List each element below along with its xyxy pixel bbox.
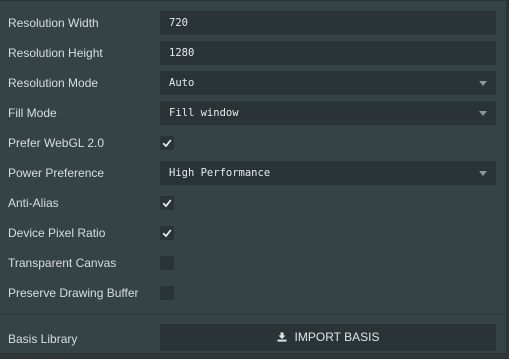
transparent-canvas-label: Transparent Canvas bbox=[8, 256, 117, 270]
power-preference-select[interactable]: High Performance bbox=[160, 161, 496, 185]
fill-mode-label: Fill Mode bbox=[8, 106, 57, 120]
download-icon bbox=[277, 332, 287, 342]
setting-row-transparent-canvas: Transparent Canvas bbox=[0, 251, 506, 275]
fill-mode-select[interactable]: Fill window bbox=[160, 101, 496, 125]
section-divider bbox=[0, 314, 506, 315]
device-pixel-ratio-label: Device Pixel Ratio bbox=[8, 226, 106, 240]
project-settings-panel: Resolution Width 720 Resolution Height 1… bbox=[0, 0, 506, 353]
checkmark-icon bbox=[162, 139, 172, 148]
chevron-down-icon bbox=[479, 171, 487, 176]
setting-row-prefer-webgl2: Prefer WebGL 2.0 bbox=[0, 131, 506, 155]
resolution-width-label: Resolution Width bbox=[8, 16, 99, 30]
basis-library-label: Basis Library bbox=[8, 332, 78, 346]
chevron-down-icon bbox=[479, 81, 487, 86]
import-basis-button-label: IMPORT BASIS bbox=[294, 330, 380, 344]
fill-mode-value: Fill window bbox=[169, 107, 239, 119]
prefer-webgl2-checkbox[interactable] bbox=[160, 136, 174, 150]
setting-row-resolution-height: Resolution Height 1280 bbox=[0, 41, 506, 65]
import-basis-button[interactable]: IMPORT BASIS bbox=[160, 324, 496, 351]
chevron-down-icon bbox=[479, 111, 487, 116]
setting-row-power-preference: Power Preference High Performance bbox=[0, 161, 506, 185]
resolution-mode-value: Auto bbox=[169, 77, 195, 89]
resolution-height-input[interactable]: 1280 bbox=[160, 41, 496, 65]
bottom-edge bbox=[0, 353, 509, 359]
power-preference-label: Power Preference bbox=[8, 166, 105, 180]
resolution-mode-label: Resolution Mode bbox=[8, 76, 99, 90]
setting-row-anti-alias: Anti-Alias bbox=[0, 191, 506, 215]
setting-row-resolution-mode: Resolution Mode Auto bbox=[0, 71, 506, 95]
preserve-drawing-buffer-label: Preserve Drawing Buffer bbox=[8, 286, 139, 300]
resolution-width-input[interactable]: 720 bbox=[160, 11, 496, 35]
resolution-mode-select[interactable]: Auto bbox=[160, 71, 496, 95]
checkmark-icon bbox=[162, 199, 172, 208]
resolution-height-label: Resolution Height bbox=[8, 46, 103, 60]
setting-row-device-pixel-ratio: Device Pixel Ratio bbox=[0, 221, 506, 245]
setting-row-fill-mode: Fill Mode Fill window bbox=[0, 101, 506, 125]
power-preference-value: High Performance bbox=[169, 167, 271, 179]
preserve-drawing-buffer-checkbox[interactable] bbox=[160, 286, 174, 300]
transparent-canvas-checkbox[interactable] bbox=[160, 256, 174, 270]
top-border bbox=[0, 0, 506, 1]
setting-row-preserve-drawing-buffer: Preserve Drawing Buffer bbox=[0, 281, 506, 305]
anti-alias-checkbox[interactable] bbox=[160, 196, 174, 210]
device-pixel-ratio-checkbox[interactable] bbox=[160, 226, 174, 240]
prefer-webgl2-label: Prefer WebGL 2.0 bbox=[8, 136, 105, 150]
checkmark-icon bbox=[162, 229, 172, 238]
setting-row-basis-library: Basis Library IMPORT BASIS bbox=[0, 324, 506, 351]
anti-alias-label: Anti-Alias bbox=[8, 196, 59, 210]
setting-row-resolution-width: Resolution Width 720 bbox=[0, 11, 506, 35]
